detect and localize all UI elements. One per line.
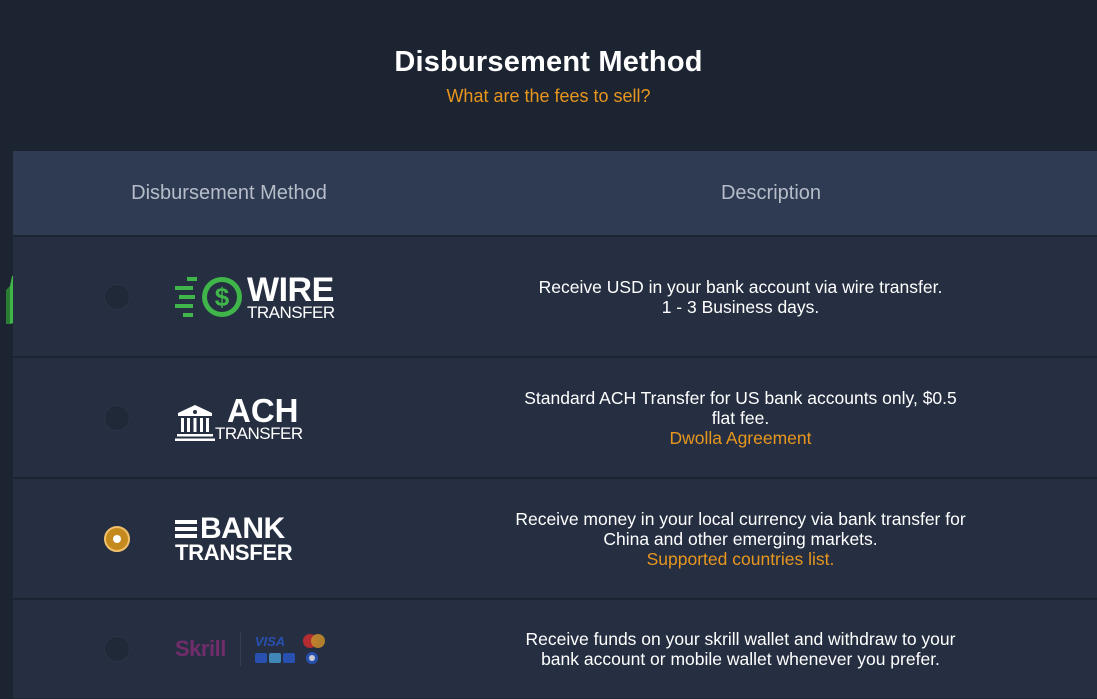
menu-lines-icon (175, 519, 197, 538)
skrill-description: Receive funds on your skrill wallet and … (483, 629, 998, 669)
method-row-wire[interactable]: $ WIRE TRANSFER Receive USD in your bank… (13, 237, 1097, 356)
method-row-skrill[interactable]: Skrill VISA Receive funds on your skrill… (13, 600, 1097, 698)
ach-transfer-logo: ACH TRANSFER (175, 394, 303, 442)
bank-transfer-logo: BANK TRANSFER (175, 513, 293, 565)
diners-club-icon (305, 652, 318, 664)
card-network-icons (254, 653, 295, 663)
radio-bank[interactable] (104, 525, 130, 552)
column-header-method: Disbursement Method (131, 181, 327, 204)
bank-desc-line-2: China and other emerging markets. (603, 528, 878, 549)
wire-logo-big: WIRE (247, 270, 334, 309)
wire-description: Receive USD in your bank account via wir… (483, 277, 998, 317)
visa-logo: VISA (254, 633, 286, 649)
bank-building-icon (175, 404, 215, 441)
bank-desc-line-1: Receive money in your local currency via… (515, 508, 966, 529)
wire-logo-small: TRANSFER (247, 302, 335, 322)
skrill-desc-line-2: bank account or mobile wallet whenever y… (541, 649, 940, 669)
wire-transfer-logo: $ WIRE TRANSFER (175, 273, 335, 321)
ach-logo-big: ACH (227, 391, 299, 429)
ach-desc-line-2: flat fee. (711, 407, 770, 428)
supported-countries-link[interactable]: Supported countries list. (483, 549, 998, 569)
column-header-description: Description (720, 181, 822, 204)
bank-logo-small: TRANSFER (175, 539, 293, 565)
skrill-desc-line-1: Receive funds on your skrill wallet and … (525, 629, 956, 649)
method-row-bank[interactable]: BANK TRANSFER Receive money in your loca… (13, 479, 1097, 598)
radio-wire[interactable] (104, 283, 130, 310)
ach-description: Standard ACH Transfer for US bank accoun… (483, 388, 998, 448)
dwolla-agreement-link[interactable]: Dwolla Agreement (483, 428, 998, 448)
fees-link[interactable]: What are the fees to sell? (446, 86, 650, 107)
logo-divider (239, 632, 241, 666)
ach-desc-line-1: Standard ACH Transfer for US bank accoun… (524, 387, 957, 408)
page-title: Disbursement Method (394, 46, 703, 78)
mastercard-icon (302, 634, 325, 648)
skrill-wordmark: Skrill (175, 636, 226, 661)
radio-skrill[interactable] (104, 636, 130, 662)
radio-ach[interactable] (104, 404, 130, 431)
disbursement-table: Disbursement Method Description $ WIRE T… (13, 151, 1097, 698)
table-header: Disbursement Method Description (13, 151, 1097, 235)
wire-desc-line-1: Receive USD in your bank account via wir… (538, 276, 943, 297)
bank-description: Receive money in your local currency via… (483, 509, 998, 569)
svg-text:$: $ (215, 282, 230, 312)
wire-desc-line-2: 1 - 3 Business days. (661, 296, 820, 317)
ach-logo-small: TRANSFER (215, 423, 303, 443)
method-row-ach[interactable]: ACH TRANSFER Standard ACH Transfer for U… (13, 358, 1097, 477)
skrill-logo: Skrill VISA (175, 632, 327, 666)
card-logos: VISA (254, 633, 327, 665)
dollar-coin-icon: $ (175, 276, 242, 317)
page-header: Disbursement Method What are the fees to… (0, 0, 1097, 107)
